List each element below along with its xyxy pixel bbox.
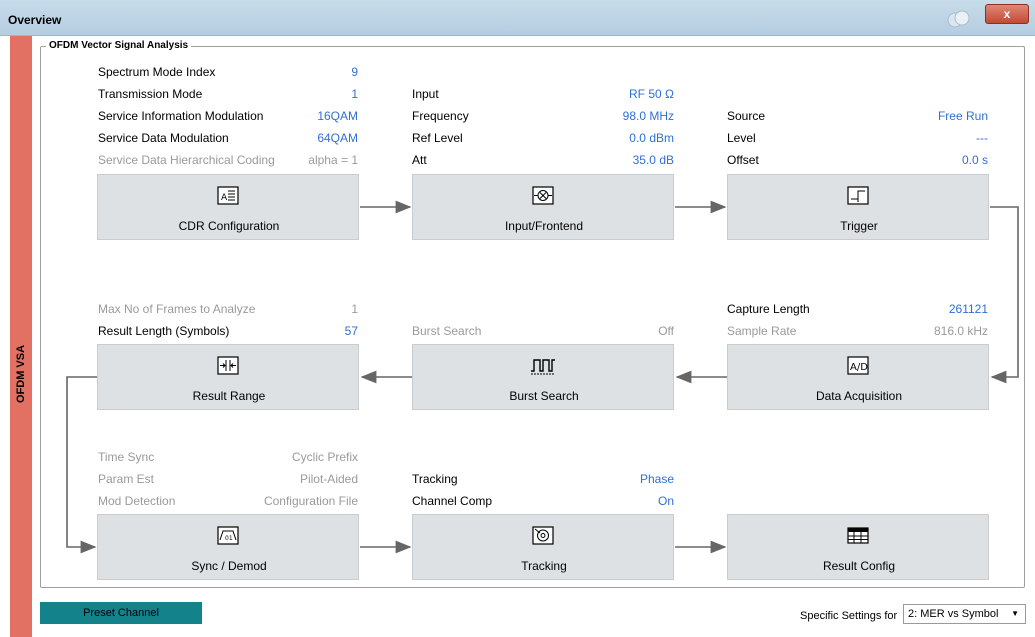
dropdown-caret-icon: ▼ <box>1011 609 1019 618</box>
param-value: 64QAM <box>317 131 358 145</box>
svg-text:01: 01 <box>225 535 233 542</box>
block-label: Data Acquisition <box>815 389 903 403</box>
data-acquisition-block[interactable]: A/D Data Acquisition <box>727 344 989 410</box>
param-value: 1 <box>351 302 358 316</box>
param-value: Phase <box>639 472 674 486</box>
param-value: 261121 <box>948 302 988 316</box>
param-label: Burst Search <box>412 324 482 338</box>
param-value: Pilot-Aided <box>299 472 358 486</box>
param-label: Sample Rate <box>727 324 797 338</box>
app-logo-icon <box>947 10 970 28</box>
param-value: Off <box>658 324 674 338</box>
cdr-configuration-icon: A <box>217 186 239 205</box>
select-value: 2: MER vs Symbol <box>908 608 999 620</box>
param-label: Att <box>412 153 427 167</box>
param-value: On <box>657 494 674 508</box>
param-label: Level <box>727 131 756 145</box>
block-label: Sync / Demod <box>191 559 267 573</box>
sync-demod-icon: 01 <box>217 526 239 545</box>
block-label: Result Range <box>192 389 266 403</box>
param-value: 1 <box>351 87 358 101</box>
burst-search-block[interactable]: Burst Search <box>412 344 674 410</box>
table-icon <box>847 527 869 544</box>
param-label: Capture Length <box>727 302 810 316</box>
param-value: alpha = 1 <box>308 153 358 167</box>
param-label: Mod Detection <box>98 494 176 508</box>
param-value: 35.0 dB <box>632 153 674 167</box>
window-title: Overview <box>8 13 62 27</box>
param-value: 9 <box>351 65 358 79</box>
block-label: Tracking <box>521 559 567 573</box>
param-label: Time Sync <box>98 450 155 464</box>
param-label: Offset <box>727 153 759 167</box>
cdr-configuration-block[interactable]: A CDR Configuration <box>97 174 359 240</box>
param-label: Spectrum Mode Index <box>98 65 216 79</box>
param-value: Configuration File <box>263 494 358 508</box>
tracking-block[interactable]: Tracking <box>412 514 674 580</box>
ofdm-vsa-group <box>40 46 1025 588</box>
param-label: Param Est <box>98 472 155 486</box>
param-label: Service Information Modulation <box>98 109 264 123</box>
preset-channel-button[interactable]: Preset Channel <box>40 602 202 624</box>
param-value: 16QAM <box>317 109 358 123</box>
param-label: Channel Comp <box>412 494 493 508</box>
param-label: Tracking <box>412 472 458 486</box>
param-label: Max No of Frames to Analyze <box>98 302 256 316</box>
trigger-icon <box>847 186 869 205</box>
burst-search-icon <box>531 359 555 375</box>
sidebar-label: OFDM VSA <box>15 344 27 404</box>
result-range-block[interactable]: Result Range <box>97 344 359 410</box>
param-label: Input <box>412 87 439 101</box>
result-range-icon <box>217 356 239 375</box>
group-title: OFDM Vector Signal Analysis <box>46 40 192 51</box>
block-label: Result Config <box>822 559 896 573</box>
svg-text:A/D: A/D <box>850 362 868 373</box>
param-value: Free Run <box>937 109 988 123</box>
param-value: 57 <box>344 324 358 338</box>
sidebar-tab-ofdm-vsa[interactable]: OFDM VSA <box>10 36 32 637</box>
param-label: Service Data Modulation <box>98 131 229 145</box>
block-label: Burst Search <box>509 389 579 403</box>
block-label: Trigger <box>840 219 878 233</box>
param-value: --- <box>976 131 988 145</box>
ad-converter-icon: A/D <box>847 356 869 375</box>
block-label: CDR Configuration <box>178 219 280 233</box>
param-value: 0.0 s <box>961 153 988 167</box>
close-button[interactable]: x <box>985 4 1029 24</box>
param-value: 0.0 dBm <box>629 131 674 145</box>
param-label: Frequency <box>412 109 469 123</box>
specific-settings-label: Specific Settings for <box>800 610 898 622</box>
specific-settings-select[interactable]: 2: MER vs Symbol ▼ <box>903 604 1026 624</box>
param-label: Transmission Mode <box>98 87 203 101</box>
param-label: Result Length (Symbols) <box>98 324 230 338</box>
block-label: Input/Frontend <box>504 219 584 233</box>
param-value: RF 50 Ω <box>629 87 674 101</box>
param-label: Ref Level <box>412 131 463 145</box>
tracking-icon <box>532 526 554 545</box>
param-label: Source <box>727 109 766 123</box>
trigger-block[interactable]: Trigger <box>727 174 989 240</box>
param-value: 98.0 MHz <box>622 109 674 123</box>
mixer-icon <box>532 186 554 205</box>
result-config-block[interactable]: Result Config <box>727 514 989 580</box>
title-bar: Overview x <box>0 0 1035 36</box>
overview-window: Overview x OFDM VSA OFDM Vector Signal A… <box>0 0 1035 637</box>
param-label: Service Data Hierarchical Coding <box>98 153 275 167</box>
svg-text:A: A <box>221 193 228 203</box>
sync-demod-block[interactable]: 01 Sync / Demod <box>97 514 359 580</box>
input-frontend-block[interactable]: Input/Frontend <box>412 174 674 240</box>
param-value: 816.0 kHz <box>933 324 988 338</box>
param-value: Cyclic Prefix <box>291 450 358 464</box>
